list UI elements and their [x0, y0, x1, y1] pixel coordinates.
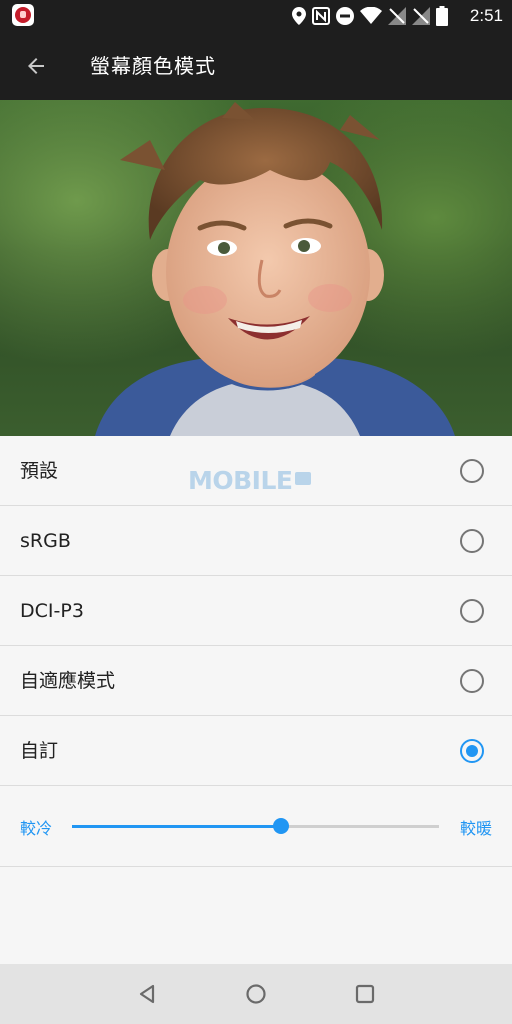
nav-recents-button[interactable]: [351, 980, 379, 1008]
option-label: DCI-P3: [20, 600, 84, 622]
status-bar: 2:51: [0, 0, 512, 32]
option-custom[interactable]: 自訂: [0, 716, 512, 786]
no-signal-icon: [412, 7, 430, 25]
home-circle-icon: [246, 984, 266, 1004]
color-temperature-slider-row: 較冷 較暖: [0, 787, 512, 867]
option-adaptive[interactable]: 自適應模式: [0, 646, 512, 716]
do-not-disturb-icon: [336, 7, 354, 25]
page-title: 螢幕顏色模式: [90, 54, 216, 78]
slider-fill: [72, 825, 282, 828]
nav-back-button[interactable]: [133, 980, 161, 1008]
slider-thumb[interactable]: [273, 818, 290, 834]
no-signal-icon: [388, 7, 406, 25]
nfc-icon: [312, 7, 330, 25]
slider-track[interactable]: [72, 818, 439, 834]
back-button[interactable]: [14, 44, 58, 88]
nav-home-button[interactable]: [242, 980, 270, 1008]
radio-button[interactable]: [460, 669, 484, 693]
watermark-logo: MOBILE: [188, 466, 311, 495]
option-label: 預設: [20, 460, 59, 482]
option-label: 自訂: [20, 740, 59, 762]
option-dci-p3[interactable]: DCI-P3: [0, 576, 512, 646]
speech-bubble-icon: [294, 472, 311, 485]
radio-button-selected[interactable]: [460, 739, 484, 763]
slider-warm-label: 較暖: [459, 819, 492, 838]
location-icon: [292, 7, 306, 25]
radio-button[interactable]: [460, 459, 484, 483]
option-label: 自適應模式: [20, 670, 116, 692]
radio-button[interactable]: [460, 529, 484, 553]
child-portrait-illustration: [95, 102, 455, 436]
watermark-text: MOBILE: [188, 466, 293, 495]
battery-icon: [436, 6, 448, 26]
status-time: 2:51: [469, 6, 503, 25]
option-srgb[interactable]: sRGB: [0, 506, 512, 576]
slider-cold-label: 較冷: [20, 819, 53, 838]
status-icons: [292, 5, 448, 27]
back-triangle-icon: [139, 984, 155, 1004]
app-notification-icon: [12, 4, 34, 26]
color-preview-image[interactable]: [0, 100, 512, 436]
wifi-icon: [360, 7, 382, 24]
radio-button[interactable]: [460, 599, 484, 623]
recents-square-icon: [355, 984, 375, 1004]
navigation-bar: [0, 964, 512, 1024]
arrow-back-icon: [28, 58, 44, 74]
option-label: sRGB: [20, 530, 71, 552]
app-bar: 螢幕顏色模式: [0, 32, 512, 100]
